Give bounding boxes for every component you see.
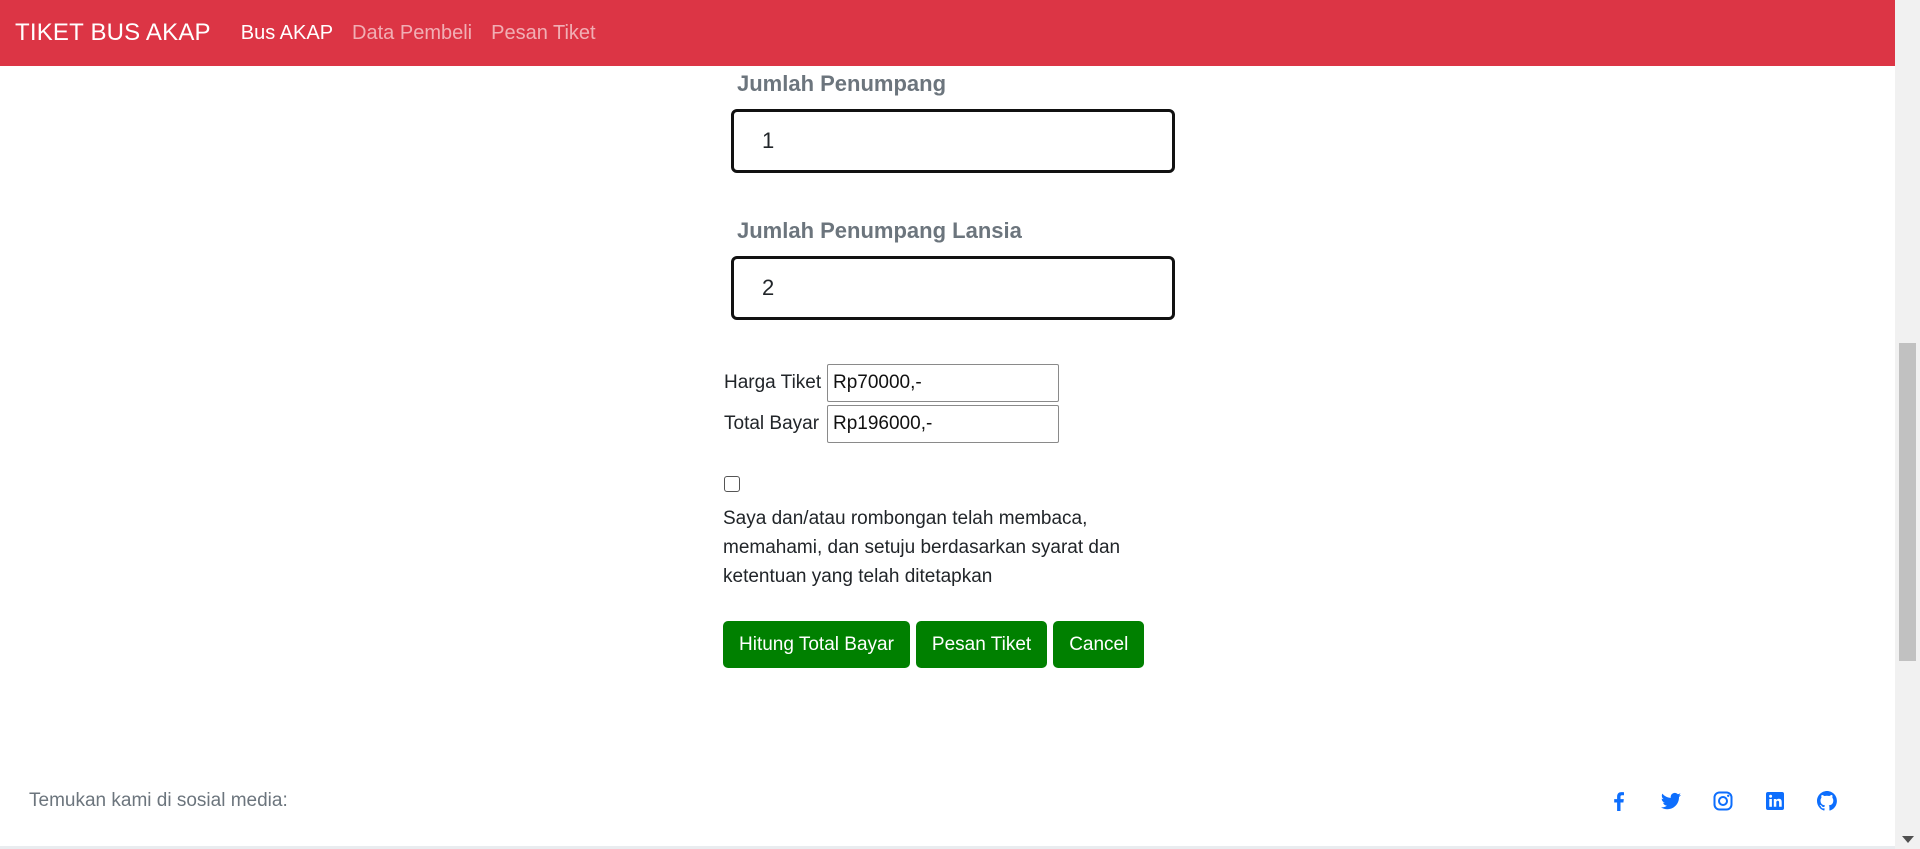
agreement-text: Saya dan/atau rombongan telah membaca, m… <box>723 508 1121 587</box>
page: TIKET BUS AKAP Bus AKAP Data Pembeli Pes… <box>0 0 1920 849</box>
nav-links: Bus AKAP Data Pembeli Pesan Tiket <box>241 22 596 45</box>
nav-link-pesan-tiket[interactable]: Pesan Tiket <box>491 22 596 45</box>
order-ticket-button[interactable]: Pesan Tiket <box>915 621 1048 668</box>
github-icon[interactable] <box>1815 789 1839 813</box>
instagram-icon[interactable] <box>1711 789 1735 813</box>
ticket-price-input[interactable] <box>827 364 1059 402</box>
action-buttons: Hitung Total Bayar Pesan Tiket Cancel <box>723 621 1145 668</box>
total-pay-input[interactable] <box>827 405 1059 443</box>
elderly-passengers-label: Jumlah Penumpang Lansia <box>737 218 1022 243</box>
total-pay-row: Total Bayar <box>724 405 1059 443</box>
facebook-icon[interactable] <box>1607 789 1631 813</box>
passengers-label: Jumlah Penumpang <box>737 71 947 96</box>
vertical-scrollbar[interactable] <box>1895 0 1920 849</box>
navbar: TIKET BUS AKAP Bus AKAP Data Pembeli Pes… <box>0 0 1895 66</box>
elderly-passengers-input[interactable] <box>731 256 1175 320</box>
footer-text: Temukan kami di sosial media: <box>29 790 288 811</box>
passengers-input[interactable] <box>731 109 1175 173</box>
nav-link-data-pembeli[interactable]: Data Pembeli <box>352 22 472 45</box>
nav-link-bus-akap[interactable]: Bus AKAP <box>241 22 333 45</box>
cancel-button[interactable]: Cancel <box>1053 621 1145 668</box>
calculate-total-button[interactable]: Hitung Total Bayar <box>723 621 910 668</box>
navbar-brand[interactable]: TIKET BUS AKAP <box>15 19 211 47</box>
ticket-price-row: Harga Tiket <box>724 364 1059 402</box>
scroll-down-arrow-icon[interactable] <box>1902 836 1914 843</box>
twitter-icon[interactable] <box>1659 789 1683 813</box>
linkedin-icon[interactable] <box>1763 789 1787 813</box>
agreement-checkbox[interactable] <box>724 476 740 492</box>
total-pay-label: Total Bayar <box>724 413 820 434</box>
scrollbar-thumb[interactable] <box>1899 343 1916 661</box>
ticket-price-label: Harga Tiket <box>724 372 822 393</box>
